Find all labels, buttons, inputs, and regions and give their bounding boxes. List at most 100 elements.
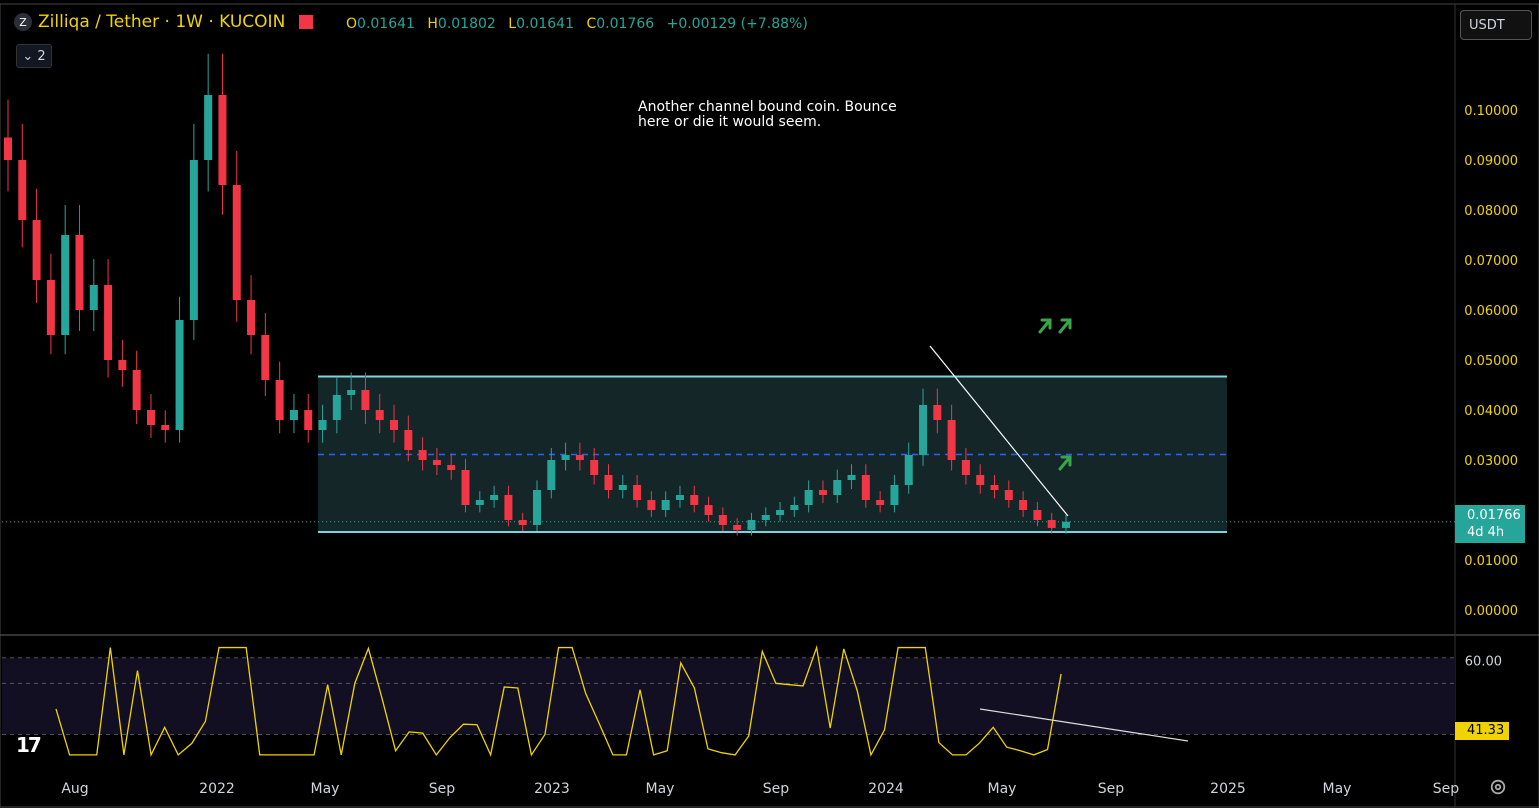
y-tick-label: 0.07000 bbox=[1464, 254, 1518, 269]
candle-body bbox=[289, 410, 298, 420]
candle-body bbox=[447, 465, 456, 470]
candle-body bbox=[218, 95, 227, 185]
x-tick-label: 2022 bbox=[199, 781, 235, 797]
candle-body bbox=[647, 500, 656, 510]
candle-body bbox=[361, 390, 370, 410]
y-tick-label: 0.08000 bbox=[1464, 204, 1518, 219]
candle-body bbox=[347, 390, 356, 395]
candle-body bbox=[475, 500, 484, 505]
candle-body bbox=[933, 405, 942, 420]
candle-body bbox=[761, 515, 770, 520]
candle-body bbox=[947, 420, 956, 460]
rsi-tick-label: 60.00 bbox=[1465, 654, 1502, 669]
gear-icon[interactable] bbox=[1489, 778, 1507, 796]
ohlc-low-value: 0.01641 bbox=[516, 16, 574, 32]
y-tick-label: 0.03000 bbox=[1464, 454, 1518, 469]
ohlc-close-key: C bbox=[586, 16, 597, 32]
market-status-icon bbox=[299, 15, 314, 29]
y-tick-label: 0.00000 bbox=[1464, 604, 1518, 619]
ohlc-high-value: 0.01802 bbox=[437, 16, 496, 32]
candle-body bbox=[904, 455, 913, 485]
x-tick-label: May bbox=[311, 781, 340, 797]
candle-body bbox=[18, 160, 27, 220]
arrow-path bbox=[1058, 318, 1072, 334]
x-tick-label: 2023 bbox=[534, 781, 570, 797]
chart-header: Z Zilliqa / Tether · 1W · KUCOIN bbox=[14, 12, 314, 32]
candle-body bbox=[132, 370, 141, 410]
candle-body bbox=[919, 405, 928, 455]
candle-body bbox=[575, 455, 584, 460]
candle-body bbox=[561, 455, 570, 460]
tradingview-logo[interactable]: 17 bbox=[16, 733, 42, 757]
candle-body bbox=[518, 520, 527, 525]
candle-body bbox=[1033, 510, 1042, 520]
candle-body bbox=[661, 500, 670, 510]
x-tick-label: 2024 bbox=[868, 781, 904, 797]
chart-annotation-text[interactable]: Another channel bound coin. Bounce here … bbox=[638, 100, 898, 130]
candle-body bbox=[146, 410, 155, 425]
candle-body bbox=[590, 460, 599, 475]
candle-body bbox=[161, 425, 170, 430]
rsi-band-fill bbox=[2, 657, 1455, 735]
y-tick-label: 0.06000 bbox=[1464, 304, 1518, 319]
candle-body bbox=[46, 280, 55, 335]
candle-body bbox=[704, 505, 713, 515]
candle-body bbox=[961, 460, 970, 475]
indicators-toggle-button[interactable]: ⌄ 2 bbox=[16, 44, 52, 68]
candle-body bbox=[504, 495, 513, 520]
x-tick-label: May bbox=[988, 781, 1017, 797]
x-tick-label: 2025 bbox=[1210, 781, 1246, 797]
zilliqa-logo-icon: Z bbox=[14, 13, 32, 31]
candle-body bbox=[833, 480, 842, 495]
ohlc-change: +0.00129 (+7.88%) bbox=[666, 16, 808, 32]
candle-body bbox=[718, 515, 727, 525]
x-tick-label: Aug bbox=[61, 781, 88, 797]
candle-body bbox=[633, 485, 642, 500]
ohlc-high-key: H bbox=[427, 16, 438, 32]
candle-body bbox=[776, 510, 785, 515]
candle-body bbox=[990, 485, 999, 490]
rsi-value-tag: 41.33 bbox=[1455, 722, 1509, 740]
candle-body bbox=[818, 490, 827, 495]
candle-body bbox=[1019, 500, 1028, 510]
candle-body bbox=[418, 450, 427, 460]
ohlc-open-key: O bbox=[346, 16, 358, 32]
candle-body bbox=[4, 137, 12, 160]
candle-body bbox=[390, 420, 399, 430]
y-tick-label: 0.04000 bbox=[1464, 404, 1518, 419]
ohlc-open-value: 0.01641 bbox=[357, 16, 415, 32]
candle-body bbox=[275, 380, 284, 420]
ohlc-low-key: L bbox=[508, 16, 517, 32]
y-tick-label: 0.10000 bbox=[1464, 104, 1518, 119]
candle-body bbox=[675, 495, 684, 500]
candle-body bbox=[261, 335, 270, 380]
candle-body bbox=[32, 220, 41, 280]
candle-body bbox=[847, 475, 856, 480]
chevron-down-icon: ⌄ bbox=[22, 48, 34, 64]
symbol-title[interactable]: Zilliqa / Tether · 1W · KUCOIN bbox=[38, 12, 285, 32]
candle-body bbox=[604, 475, 613, 490]
candle-body bbox=[733, 525, 742, 530]
x-tick-label: May bbox=[1323, 781, 1352, 797]
candle-body bbox=[1062, 521, 1070, 528]
green-arrow-icon bbox=[1038, 318, 1052, 334]
candle-body bbox=[890, 485, 899, 505]
candle-body bbox=[61, 235, 70, 335]
candle-body bbox=[404, 430, 413, 450]
last-price-tag: 0.01766 4d 4h bbox=[1455, 505, 1525, 543]
candle-body bbox=[618, 485, 627, 490]
y-tick-label: 0.09000 bbox=[1464, 154, 1518, 169]
candle-body bbox=[861, 475, 870, 500]
last-price-value: 0.01766 bbox=[1467, 508, 1521, 523]
candle-body bbox=[876, 500, 885, 505]
y-tick-label: 0.01000 bbox=[1464, 554, 1518, 569]
candle-body bbox=[790, 505, 799, 510]
candle-body bbox=[533, 490, 541, 525]
candle-body bbox=[547, 460, 556, 490]
candle-body bbox=[332, 395, 341, 420]
x-tick-label: Sep bbox=[763, 781, 790, 797]
x-tick-label: Sep bbox=[1098, 781, 1125, 797]
currency-select[interactable]: USDT bbox=[1460, 10, 1532, 40]
candle-body bbox=[1047, 520, 1056, 528]
candle-body bbox=[118, 360, 127, 370]
